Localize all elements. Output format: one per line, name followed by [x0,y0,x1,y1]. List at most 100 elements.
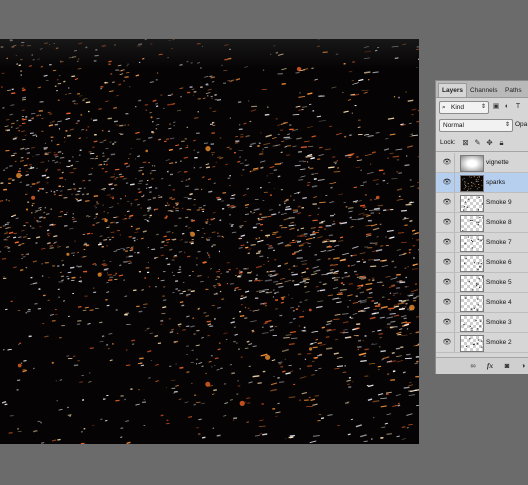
lock-pixels-brush-icon[interactable]: ✎ [473,138,482,147]
eye-visibility-icon[interactable]: 👁︎ [442,278,452,287]
document-canvas[interactable] [0,39,419,444]
spark-streak [322,283,327,285]
spark-streak [56,189,59,192]
eye-visibility-icon[interactable]: 👁︎ [442,158,452,167]
spark-streak [183,156,189,159]
filter-adjustment-icon[interactable]: ◐ [503,103,511,111]
layer-row[interactable]: 👁︎ Smoke 3 [436,313,528,333]
filter-pixel-icon[interactable]: ▣ [492,103,500,111]
layer-mask-icon[interactable]: ◙ [502,361,512,371]
spark-streak [285,206,291,208]
layer-row[interactable]: 👁︎ Smoke 4 [436,293,528,313]
spark-streak [100,85,104,88]
eye-visibility-icon[interactable]: 👁︎ [442,318,452,327]
spark-streak [82,233,86,235]
lock-position-move-icon[interactable]: ✥ [485,138,494,147]
spark-streak [211,231,216,234]
kind-filter-select[interactable]: ⌕ Kind ⇕ [439,101,489,114]
layer-row[interactable]: 👁︎ Smoke 8 [436,213,528,233]
eye-visibility-icon[interactable]: 👁︎ [442,178,452,187]
spark-streak [271,359,276,362]
spark-streak [301,329,306,332]
spark-streak [355,295,359,298]
spark-streak [193,139,196,142]
spark-streak [173,121,176,124]
blend-mode-select[interactable]: Normal ⇕ [439,119,513,132]
spark-streak [344,271,348,274]
spark-streak [279,381,285,384]
row-divider [454,233,455,252]
spark-streak [32,202,35,205]
spark-streak [59,156,65,159]
layer-row[interactable]: 👁︎ Smoke 2 [436,333,528,353]
spark-streak [319,343,326,346]
tab-paths[interactable]: Paths [502,84,525,97]
eye-visibility-icon[interactable]: 👁︎ [442,198,452,207]
spark-streak [378,308,382,310]
spark-streak [300,227,305,230]
link-layers-icon[interactable]: ∞ [468,361,478,371]
spark-streak [315,269,321,272]
eye-visibility-icon[interactable]: 👁︎ [442,238,452,247]
spark-streak [169,331,174,334]
spark-streak [363,440,368,443]
spark-streak [265,234,271,237]
spark-streak [175,288,179,290]
spark-streak [30,112,36,115]
spark-streak [29,166,35,169]
filter-type-icon[interactable]: T [514,103,522,111]
spark-streak [209,268,213,270]
ember-dot [17,363,22,368]
spark-streak [120,247,125,250]
layer-row[interactable]: 👁︎ Smoke 5 [436,273,528,293]
spark-streak [318,367,322,370]
spark-streak [165,238,171,241]
lock-transparent-icon[interactable]: ⊠ [461,138,470,147]
spark-streak [59,177,64,180]
spark-streak [404,164,410,167]
spark-streak [8,432,13,434]
spark-streak [328,166,335,169]
spark-streak [54,161,59,164]
spark-streak [9,113,14,116]
eye-visibility-icon[interactable]: 👁︎ [442,338,452,347]
layer-row[interactable]: 👁︎ Smoke 7 [436,233,528,253]
spark-streak [329,269,334,271]
eye-visibility-icon[interactable]: 👁︎ [442,218,452,227]
tab-channels[interactable]: Channels [467,84,500,97]
spark-streak [250,109,257,112]
spark-streak [201,436,206,439]
spark-streak [317,419,321,422]
eye-visibility-icon[interactable]: 👁︎ [442,298,452,307]
spark-streak [332,297,340,300]
spark-streak [129,183,135,186]
tab-layers[interactable]: Layers [438,83,467,97]
spark-streak [230,223,234,226]
eye-visibility-icon[interactable]: 👁︎ [442,258,452,267]
spark-streak [416,404,419,407]
layer-row[interactable]: 👁︎ Smoke 9 [436,193,528,213]
layer-row[interactable]: 👁︎ Smoke 6 [436,253,528,273]
spark-streak [51,159,55,162]
spark-streak [120,436,123,438]
lock-all-padlock-icon[interactable]: 🔒︎ [497,138,506,147]
spark-streak [264,279,272,282]
spark-streak [296,137,302,140]
spark-streak [21,99,26,101]
fx-icon[interactable]: fx [485,361,495,371]
spark-streak [238,271,243,274]
spark-streak [87,322,91,325]
spark-streak [166,231,171,233]
spark-streak [46,229,50,232]
spark-streak [277,376,280,379]
layer-row[interactable]: 👁︎ vignette [436,153,528,173]
spark-streak [222,192,227,194]
spark-streak [261,332,269,334]
spark-streak [248,343,253,345]
layer-row[interactable]: 👁︎ sparks [436,173,528,193]
spark-streak [269,274,277,278]
adjustment-layer-icon[interactable]: ◑ [518,361,528,371]
spark-streak [10,104,15,106]
spark-streak [51,439,57,442]
spark-streak [399,328,403,331]
